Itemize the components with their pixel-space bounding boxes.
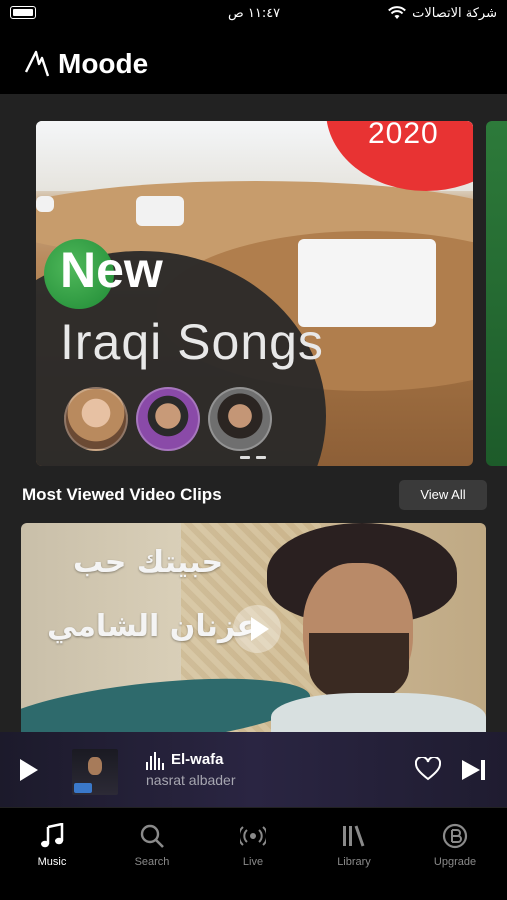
nav-item-upgrade[interactable]: Upgrade [415,808,495,868]
nav-item-library[interactable]: Library [314,808,394,868]
banner-car [136,196,184,226]
live-broadcast-icon [240,826,266,846]
nav-item-search[interactable]: Search [112,808,192,868]
artist-avatar [64,387,128,451]
bottom-nav: Music Search Live Library Upgrade [0,808,507,900]
nav-label: Upgrade [433,856,477,868]
player-play-icon[interactable] [20,759,38,781]
featured-banner[interactable]: 2020 New Iraqi Songs [36,121,473,466]
video-overlay-line2: عزنان الشامي [47,609,257,644]
app-header: Moode [0,30,507,94]
carousel-indicator [240,446,272,464]
next-banner-peek[interactable] [486,121,507,466]
artist-avatar [136,387,200,451]
video-artist-shirt [271,693,486,733]
library-icon [343,825,365,847]
moode-logo-icon[interactable] [24,50,50,78]
mini-player[interactable]: El-wafa nasrat albader [0,732,507,807]
upgrade-badge-icon [442,823,468,849]
video-overlay-line1: حبيتك حب [73,545,224,580]
search-icon [140,824,164,848]
artwork-tag [74,783,92,793]
app-title: Moode [58,48,149,79]
skip-next-icon[interactable] [460,759,488,781]
carrier-name: شركة الاتصالات [412,6,497,21]
nav-item-music[interactable]: Music [12,808,92,868]
nav-label: Live [242,856,264,868]
battery-icon [10,6,36,19]
nav-label: Music [37,856,67,868]
nav-label: Library [337,856,371,868]
video-play-icon[interactable] [233,605,281,653]
artist-avatar [208,387,272,451]
banner-car [36,196,54,212]
track-artist[interactable]: nasrat albader [146,772,236,788]
favorite-heart-icon[interactable] [415,757,441,781]
nav-label: Search [134,856,170,868]
nav-item-live[interactable]: Live [213,808,293,868]
video-clip-card[interactable]: حبيتك حب عزنان الشامي [21,523,486,733]
year-label: 2020 [368,121,439,150]
artwork-artist [88,757,102,775]
section-title: Most Viewed Video Clips [22,485,222,504]
banner-title: Iraqi Songs [60,314,324,370]
banner-new-label: New [60,242,163,298]
view-all-button[interactable]: View All [399,480,487,510]
music-note-icon [41,823,64,848]
status-bar: ١١:٤٧ ص شركة الاتصالات [0,0,507,30]
track-title[interactable]: El-wafa [171,751,224,768]
equalizer-icon [146,752,166,770]
wifi-icon [388,6,406,19]
status-time: ١١:٤٧ ص [228,6,281,21]
track-artwork[interactable] [72,749,118,795]
